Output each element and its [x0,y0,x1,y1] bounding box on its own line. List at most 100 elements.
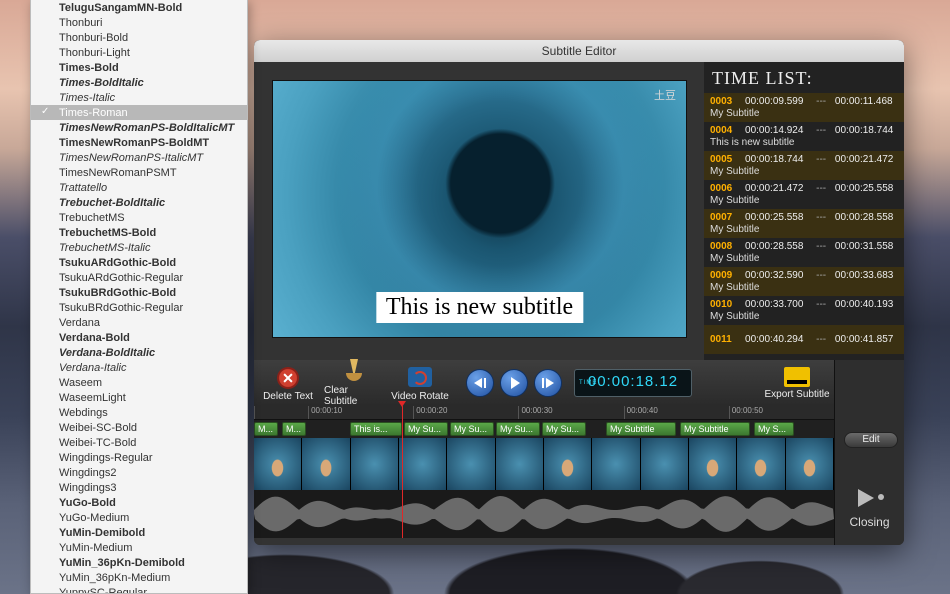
font-menu-item[interactable]: TrebuchetMS [31,210,247,225]
time-list-row[interactable]: 001100:00:40.294---00:00:41.857 [704,325,904,354]
font-menu-item[interactable]: Webdings [31,405,247,420]
video-thumbnail[interactable] [641,438,689,490]
font-menu-item[interactable]: WaseemLight [31,390,247,405]
previous-button[interactable] [466,369,494,397]
clear-subtitle-button[interactable]: Clear Subtitle [324,359,384,407]
font-menu-item[interactable]: YuMin-Demibold [31,525,247,540]
window-titlebar[interactable]: Subtitle Editor [254,40,904,62]
subtitle-clip[interactable]: My Su... [404,422,448,436]
thumbnail-strip[interactable] [254,438,834,490]
font-menu-item[interactable]: Times-Roman [31,105,247,120]
video-thumbnail[interactable] [302,438,350,490]
time-list-index: 0005 [710,154,737,165]
video-thumbnail[interactable] [254,438,302,490]
font-dropdown-menu[interactable]: TeluguSangamMN-BoldThonburiThonburi-Bold… [30,0,248,594]
font-menu-item[interactable]: TimesNewRomanPS-ItalicMT [31,150,247,165]
font-menu-item[interactable]: TrebuchetMS-Italic [31,240,247,255]
time-list-row[interactable]: 000800:00:28.558---00:00:31.558My Subtit… [704,238,904,267]
video-thumbnail[interactable] [447,438,495,490]
video-thumbnail[interactable] [496,438,544,490]
font-menu-item[interactable]: TrebuchetMS-Bold [31,225,247,240]
video-thumbnail[interactable] [689,438,737,490]
waveform-svg [254,490,834,538]
time-list-row[interactable]: 000900:00:32.590---00:00:33.683My Subtit… [704,267,904,296]
font-menu-item[interactable]: Verdana-Bold [31,330,247,345]
timeline-ruler[interactable]: 00:00:1000:00:2000:00:3000:00:4000:00:50 [254,406,834,420]
time-list-row[interactable]: 000700:00:25.558---00:00:28.558My Subtit… [704,209,904,238]
font-menu-item[interactable]: Thonburi-Light [31,45,247,60]
font-menu-item[interactable]: TimesNewRomanPS-BoldItalicMT [31,120,247,135]
subtitle-track[interactable]: M...M...This is...My Su...My Su...My Su.… [254,420,834,438]
font-menu-item[interactable]: Verdana-Italic [31,360,247,375]
video-thumbnail[interactable] [351,438,399,490]
time-list-row[interactable]: 000500:00:18.744---00:00:21.472My Subtit… [704,151,904,180]
font-menu-item[interactable]: YuppySC-Regular [31,585,247,594]
font-menu-item[interactable]: YuGo-Medium [31,510,247,525]
play-button[interactable] [500,369,528,397]
time-list-start: 00:00:40.294 [745,334,808,345]
subtitle-clip[interactable]: This is... [350,422,402,436]
subtitle-clip[interactable]: My Su... [450,422,494,436]
font-menu-item[interactable]: Trebuchet-BoldItalic [31,195,247,210]
font-menu-item[interactable]: Verdana-BoldItalic [31,345,247,360]
edit-button[interactable]: Edit [844,432,898,448]
font-menu-item[interactable]: Thonburi-Bold [31,30,247,45]
waveform-track[interactable] [254,490,834,538]
next-button[interactable] [534,369,562,397]
time-list-row[interactable]: 000300:00:09.599---00:00:11.468My Subtit… [704,93,904,122]
font-menu-item[interactable]: Wingdings2 [31,465,247,480]
font-menu-item[interactable]: TsukuARdGothic-Regular [31,270,247,285]
font-menu-item[interactable]: Times-Bold [31,60,247,75]
font-menu-item[interactable]: Wingdings3 [31,480,247,495]
time-list-end: 00:00:18.744 [835,125,898,136]
export-subtitle-button[interactable]: Export Subtitle [762,367,832,400]
playhead[interactable] [402,406,403,538]
video-thumbnail[interactable] [592,438,640,490]
subtitle-overlay: This is new subtitle [376,292,583,323]
font-menu-item[interactable]: YuGo-Bold [31,495,247,510]
font-menu-item[interactable]: Weibei-TC-Bold [31,435,247,450]
font-menu-item[interactable]: YuMin_36pKn-Demibold [31,555,247,570]
subtitle-clip[interactable]: M... [254,422,278,436]
subtitle-clip[interactable]: My Subtitle [680,422,750,436]
font-menu-item[interactable]: TsukuBRdGothic-Regular [31,300,247,315]
subtitle-clip[interactable]: My Su... [542,422,586,436]
font-menu-item[interactable]: Waseem [31,375,247,390]
video-thumbnail[interactable] [737,438,785,490]
font-menu-item[interactable]: Times-Italic [31,90,247,105]
video-preview[interactable]: 土豆 This is new subtitle [272,80,687,338]
font-menu-item[interactable]: TsukuBRdGothic-Bold [31,285,247,300]
time-list-end: 00:00:28.558 [835,212,898,223]
subtitle-clip[interactable]: My S... [754,422,794,436]
video-thumbnail[interactable] [399,438,447,490]
subtitle-clip[interactable]: My Subtitle [606,422,676,436]
time-list-index: 0007 [710,212,737,223]
font-menu-item[interactable]: TimesNewRomanPSMT [31,165,247,180]
video-thumbnail[interactable] [544,438,592,490]
font-menu-item[interactable]: TsukuARdGothic-Bold [31,255,247,270]
ruler-tick: 00:00:30 [518,406,623,419]
transport-controls [466,369,562,397]
time-list-subtitle-text: My Subtitle [710,108,898,119]
time-list-row[interactable]: 001000:00:33.700---00:00:40.193My Subtit… [704,296,904,325]
edit-button-label: Edit [862,434,879,445]
font-menu-item[interactable]: Verdana [31,315,247,330]
font-menu-item[interactable]: TeluguSangamMN-Bold [31,0,247,15]
font-menu-item[interactable]: Trattatello [31,180,247,195]
time-list-row[interactable]: 000400:00:14.924---00:00:18.744This is n… [704,122,904,151]
video-rotate-button[interactable]: Video Rotate [390,365,450,402]
delete-text-button[interactable]: Delete Text [258,365,318,402]
subtitle-clip[interactable]: M... [282,422,306,436]
font-menu-item[interactable]: Times-BoldItalic [31,75,247,90]
time-list-row[interactable]: 000600:00:21.472---00:00:25.558My Subtit… [704,180,904,209]
font-menu-item[interactable]: YuMin_36pKn-Medium [31,570,247,585]
time-list-index: 0006 [710,183,737,194]
closing-button[interactable]: Closing [835,487,904,529]
font-menu-item[interactable]: Wingdings-Regular [31,450,247,465]
font-menu-item[interactable]: Thonburi [31,15,247,30]
video-thumbnail[interactable] [786,438,834,490]
font-menu-item[interactable]: Weibei-SC-Bold [31,420,247,435]
font-menu-item[interactable]: TimesNewRomanPS-BoldMT [31,135,247,150]
font-menu-item[interactable]: YuMin-Medium [31,540,247,555]
subtitle-clip[interactable]: My Su... [496,422,540,436]
